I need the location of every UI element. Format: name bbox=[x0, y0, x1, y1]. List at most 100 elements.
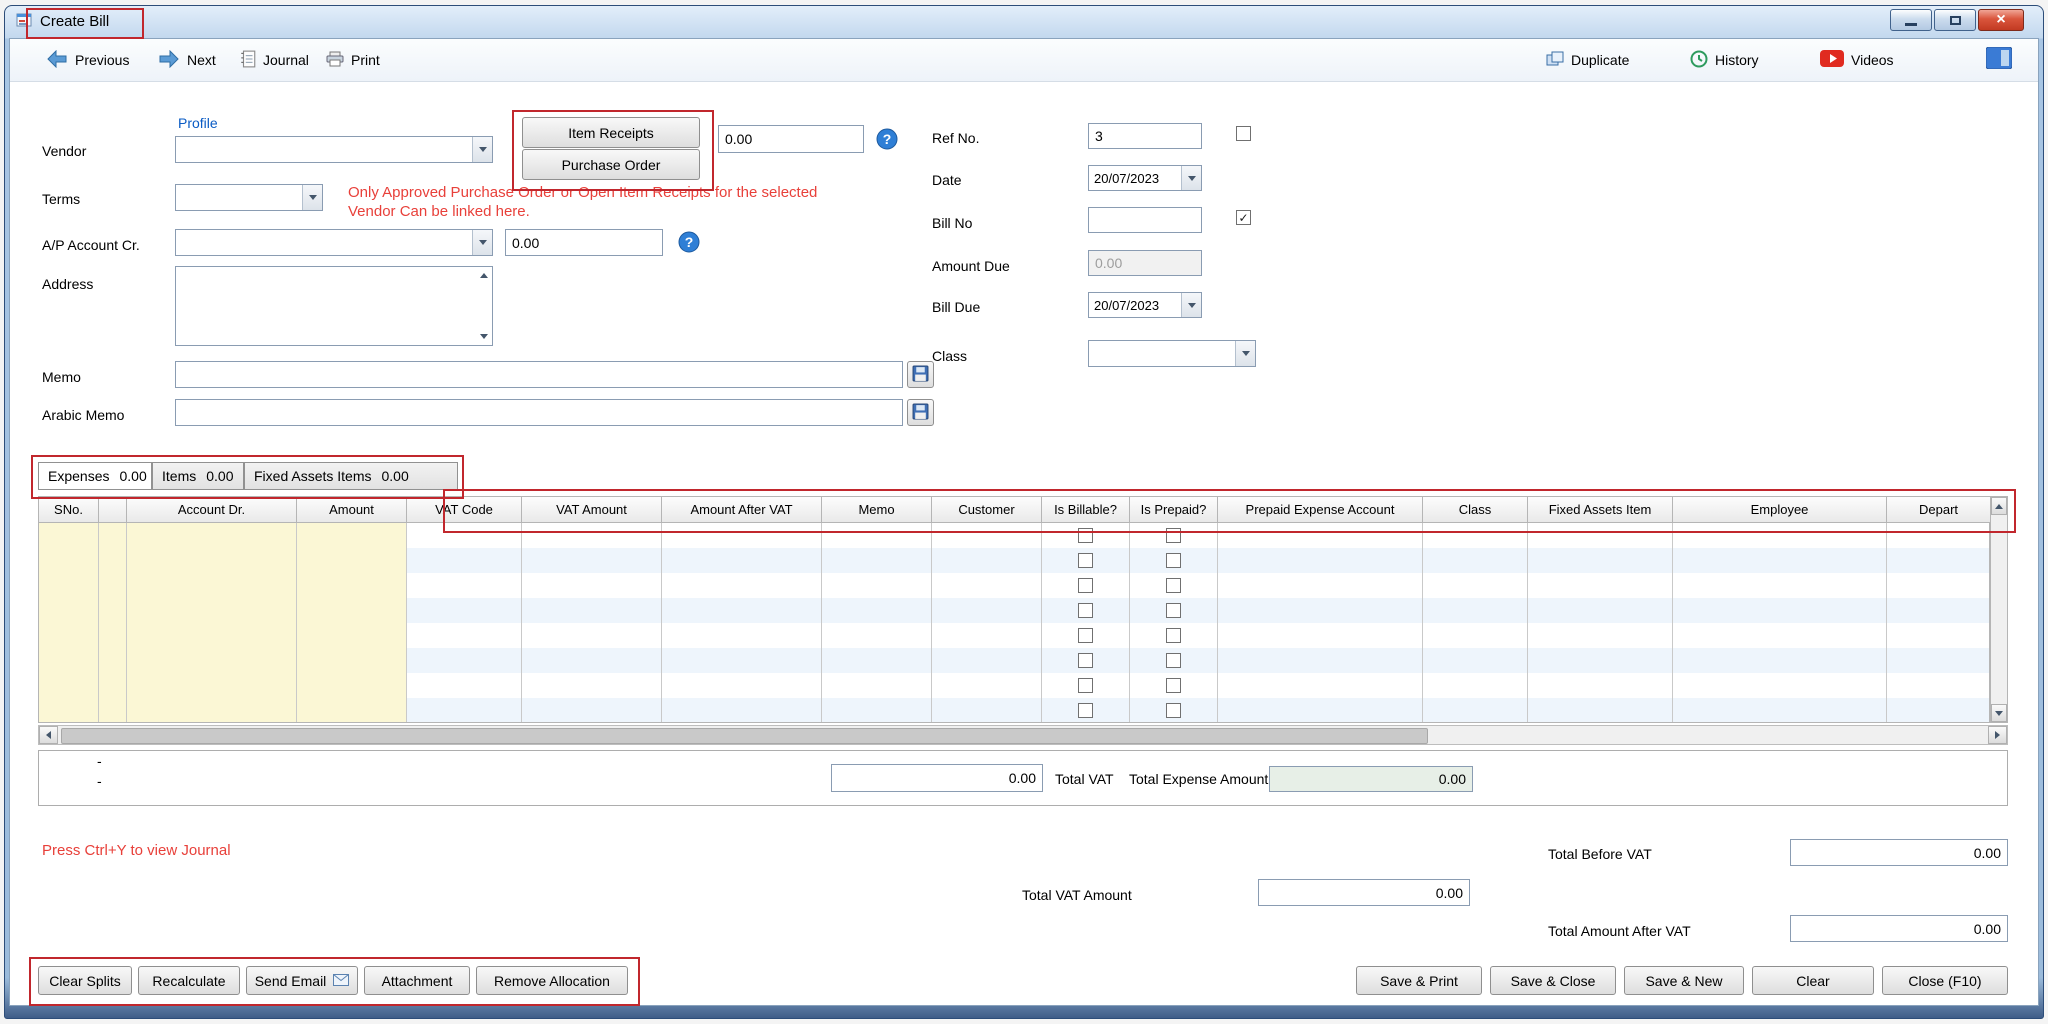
is-prepaid-checkbox[interactable] bbox=[1166, 603, 1181, 618]
grid-column-header[interactable]: Depart bbox=[1887, 496, 1991, 523]
grid-column-header[interactable]: VAT Amount bbox=[522, 496, 662, 523]
is-prepaid-checkbox[interactable] bbox=[1166, 553, 1181, 568]
chevron-down-icon[interactable] bbox=[472, 230, 492, 255]
scroll-down-button[interactable] bbox=[1991, 704, 2007, 722]
is-prepaid-checkbox[interactable] bbox=[1166, 653, 1181, 668]
scroll-right-button[interactable] bbox=[1988, 726, 2007, 744]
chevron-down-icon[interactable] bbox=[1181, 293, 1201, 317]
panel-toggle-button[interactable] bbox=[1986, 45, 2012, 73]
memo-save-button[interactable] bbox=[907, 361, 934, 388]
total-vat-label: Total VAT bbox=[1055, 771, 1114, 787]
recalculate-button[interactable]: Recalculate bbox=[138, 966, 240, 995]
grid-column-header[interactable]: Memo bbox=[822, 496, 932, 523]
scrollbar-thumb[interactable] bbox=[61, 728, 1428, 744]
save-and-close-button[interactable]: Save & Close bbox=[1490, 966, 1616, 995]
attachment-button[interactable]: Attachment bbox=[364, 966, 470, 995]
grid-horizontal-scrollbar[interactable] bbox=[38, 725, 2008, 745]
help-icon[interactable]: ? bbox=[876, 128, 898, 155]
duplicate-button[interactable]: Duplicate bbox=[1546, 46, 1629, 74]
journal-button[interactable]: Journal bbox=[240, 46, 309, 74]
remove-allocation-button[interactable]: Remove Allocation bbox=[476, 966, 628, 995]
item-receipts-button[interactable]: Item Receipts bbox=[522, 117, 700, 148]
is-prepaid-checkbox[interactable] bbox=[1166, 703, 1181, 718]
is-prepaid-checkbox[interactable] bbox=[1166, 628, 1181, 643]
total-vat-input[interactable]: 0.00 bbox=[831, 764, 1043, 792]
grid-column-header[interactable]: Amount After VAT bbox=[662, 496, 822, 523]
grid-column-header[interactable]: VAT Code bbox=[407, 496, 522, 523]
is-prepaid-checkbox[interactable] bbox=[1166, 578, 1181, 593]
grid-vertical-scrollbar[interactable] bbox=[1990, 496, 2008, 723]
grid-column-header[interactable]: Employee bbox=[1673, 496, 1887, 523]
ap-amount-input[interactable]: 0.00 bbox=[505, 229, 663, 256]
is-billable-checkbox[interactable] bbox=[1078, 603, 1093, 618]
bill-no-input[interactable] bbox=[1088, 207, 1202, 233]
close-f10-button[interactable]: Close (F10) bbox=[1882, 966, 2008, 995]
grid-column-header[interactable]: Prepaid Expense Account bbox=[1218, 496, 1423, 523]
vendor-select[interactable] bbox=[175, 136, 493, 163]
maximize-button[interactable] bbox=[1934, 9, 1976, 31]
is-prepaid-checkbox[interactable] bbox=[1166, 528, 1181, 543]
chevron-down-icon[interactable] bbox=[472, 137, 492, 162]
total-before-vat-input[interactable]: 0.00 bbox=[1790, 839, 2008, 866]
arabic-memo-input[interactable] bbox=[175, 399, 903, 426]
videos-button[interactable]: Videos bbox=[1820, 46, 1894, 74]
is-billable-checkbox[interactable] bbox=[1078, 628, 1093, 643]
bill-due-select[interactable]: 20/07/2023 bbox=[1088, 292, 1202, 318]
grid-column-header[interactable]: Is Prepaid? bbox=[1130, 496, 1218, 523]
grid-column-header[interactable]: Account Dr. bbox=[127, 496, 297, 523]
chevron-down-icon[interactable] bbox=[1181, 166, 1201, 190]
help-icon[interactable]: ? bbox=[678, 231, 700, 258]
minimize-button[interactable] bbox=[1890, 9, 1932, 31]
grid-column-header[interactable]: Is Billable? bbox=[1042, 496, 1130, 523]
close-button[interactable]: × bbox=[1978, 9, 2024, 31]
grid-entry-columns-area[interactable] bbox=[39, 523, 407, 722]
clear-splits-button[interactable]: Clear Splits bbox=[38, 966, 132, 995]
grid-column-header[interactable] bbox=[99, 496, 127, 523]
next-button[interactable]: Next bbox=[158, 46, 216, 74]
profile-link[interactable]: Profile bbox=[178, 115, 218, 131]
previous-button[interactable]: Previous bbox=[46, 46, 129, 74]
grid-column-header[interactable]: Fixed Assets Item bbox=[1528, 496, 1673, 523]
purchase-order-button[interactable]: Purchase Order bbox=[522, 149, 700, 180]
grid-column-header[interactable]: SNo. bbox=[39, 496, 99, 523]
terms-select[interactable] bbox=[175, 184, 323, 211]
clear-button[interactable]: Clear bbox=[1752, 966, 1874, 995]
linked-amount-input[interactable]: 0.00 bbox=[718, 125, 864, 153]
is-billable-checkbox[interactable] bbox=[1078, 553, 1093, 568]
print-button[interactable]: Print bbox=[326, 46, 380, 74]
chevron-down-icon[interactable] bbox=[1235, 341, 1255, 366]
is-billable-checkbox[interactable] bbox=[1078, 678, 1093, 693]
tab-fixed-assets-items[interactable]: Fixed Assets Items 0.00 bbox=[244, 462, 458, 490]
scroll-left-button[interactable] bbox=[39, 726, 58, 744]
grid-column-header[interactable]: Class bbox=[1423, 496, 1528, 523]
is-prepaid-checkbox[interactable] bbox=[1166, 678, 1181, 693]
total-amount-after-vat-input[interactable]: 0.00 bbox=[1790, 915, 2008, 942]
scroll-up-button[interactable] bbox=[1991, 497, 2007, 515]
history-button[interactable]: History bbox=[1690, 46, 1759, 74]
is-billable-checkbox[interactable] bbox=[1078, 703, 1093, 718]
date-select[interactable]: 20/07/2023 bbox=[1088, 165, 1202, 191]
address-label: Address bbox=[42, 276, 93, 292]
bill-no-checkbox[interactable]: ✓ bbox=[1236, 210, 1251, 225]
save-and-new-button[interactable]: Save & New bbox=[1624, 966, 1744, 995]
ref-no-input[interactable]: 3 bbox=[1088, 123, 1202, 149]
tab-items[interactable]: Items 0.00 bbox=[152, 462, 244, 490]
arabic-memo-save-button[interactable] bbox=[907, 399, 934, 426]
is-billable-checkbox[interactable] bbox=[1078, 653, 1093, 668]
ref-no-checkbox[interactable] bbox=[1236, 126, 1251, 141]
address-textarea[interactable] bbox=[175, 266, 493, 346]
chevron-down-icon[interactable] bbox=[302, 185, 322, 210]
summary-dash: - bbox=[97, 753, 102, 769]
tab-expenses[interactable]: Expenses 0.00 bbox=[38, 462, 152, 490]
grid-body[interactable] bbox=[38, 523, 1990, 723]
grid-column-header[interactable]: Amount bbox=[297, 496, 407, 523]
class-select[interactable] bbox=[1088, 340, 1256, 367]
save-and-print-button[interactable]: Save & Print bbox=[1356, 966, 1482, 995]
ap-account-select[interactable] bbox=[175, 229, 493, 256]
total-vat-amount-input[interactable]: 0.00 bbox=[1258, 879, 1470, 906]
is-billable-checkbox[interactable] bbox=[1078, 528, 1093, 543]
grid-column-header[interactable]: Customer bbox=[932, 496, 1042, 523]
is-billable-checkbox[interactable] bbox=[1078, 578, 1093, 593]
memo-input[interactable] bbox=[175, 361, 903, 388]
send-email-button[interactable]: Send Email bbox=[246, 966, 358, 995]
